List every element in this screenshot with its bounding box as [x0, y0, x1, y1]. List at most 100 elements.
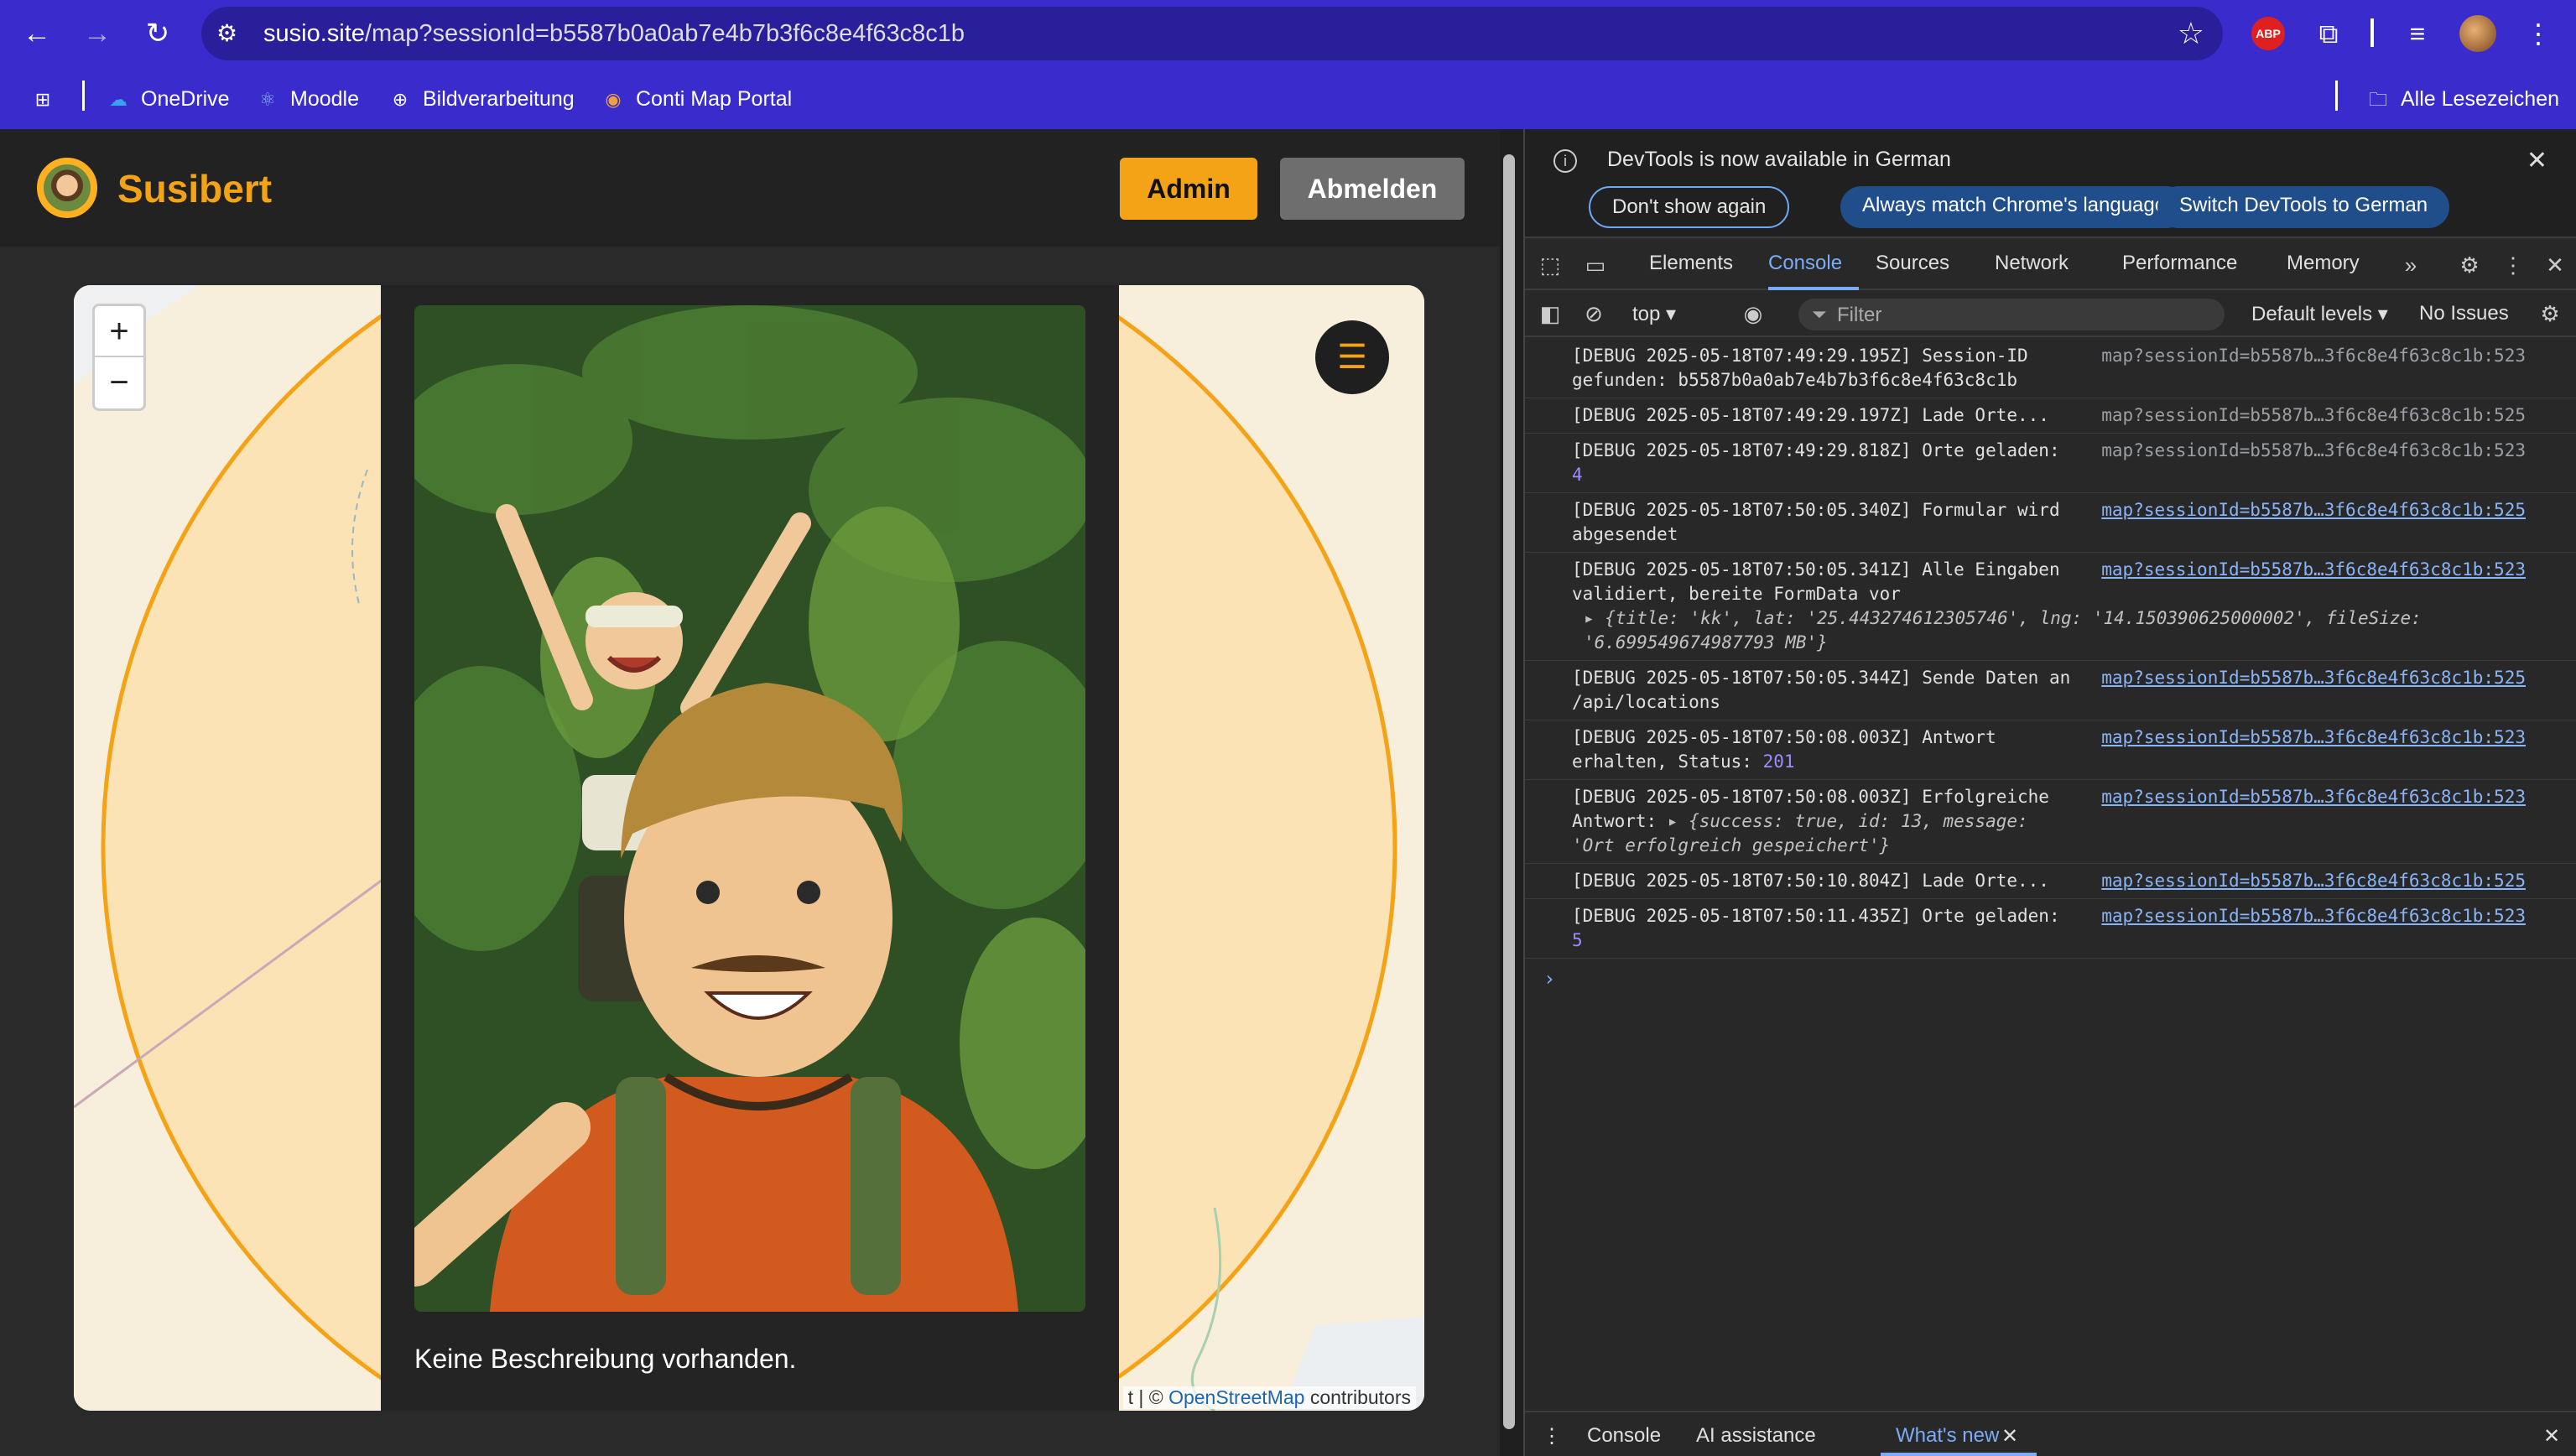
message-source-link[interactable]: map?sessionId=b5587b…3f6c8e4f63c8c1b:525 — [2101, 666, 2526, 690]
console-filterbar: ◧ ⊘ top ▾ ◉ ⏷ Filter Default levels ▾ No… — [1525, 292, 2576, 337]
console-message: [DEBUG 2025-05-18T07:49:29.195Z] Session… — [1525, 339, 2576, 398]
drawer-tab-console[interactable]: Console — [1587, 1424, 1661, 1448]
extensions-puzzle-icon[interactable]: ⧉ — [2312, 13, 2345, 54]
scrollbar-thumb[interactable] — [1503, 154, 1515, 1429]
tab-sources[interactable]: Sources — [1876, 252, 1949, 275]
app-logo[interactable] — [34, 154, 101, 221]
address-bar[interactable]: ⚙ susio.site/map?sessionId=b5587b0a0ab7e… — [201, 7, 2223, 60]
browser-toolbar: ← → ↻ ⚙ susio.site/map?sessionId=b5587b0… — [0, 0, 2576, 129]
match-chrome-language-button[interactable]: Always match Chrome's language — [1840, 186, 2188, 228]
profile-avatar[interactable] — [2459, 15, 2496, 52]
console-settings-gear-icon[interactable]: ⚙ — [2537, 300, 2563, 327]
context-selector[interactable]: top ▾ — [1632, 302, 1676, 326]
forward-arrow-icon[interactable]: → — [77, 13, 117, 54]
media-queue-icon[interactable]: ≡ — [2401, 13, 2434, 54]
live-expression-eye-icon[interactable]: ◉ — [1740, 300, 1767, 327]
page-scrollbar[interactable] — [1500, 129, 1518, 1456]
url-text[interactable]: susio.site/map?sessionId=b5587b0a0ab7e4b… — [263, 20, 965, 48]
devtools-drawer-bar: ⋮ Console AI assistance What's new ✕ ✕ — [1525, 1411, 2576, 1456]
filter-funnel-icon: ⏷ — [1812, 304, 1827, 325]
message-source-link[interactable]: map?sessionId=b5587b…3f6c8e4f63c8c1b:523 — [2101, 558, 2526, 582]
bookmark-conti-map-portal[interactable]: ◉ Conti Map Portal — [601, 84, 792, 114]
console-filter-input[interactable]: ⏷ Filter — [1798, 299, 2225, 330]
drawer-tab-ai-assistance[interactable]: AI assistance — [1696, 1424, 1816, 1448]
admin-button[interactable]: Admin — [1120, 158, 1257, 220]
message-source-link[interactable]: map?sessionId=b5587b…3f6c8e4f63c8c1b:523 — [2101, 725, 2526, 750]
bookmark-divider — [82, 81, 85, 111]
message-source-link[interactable]: map?sessionId=b5587b…3f6c8e4f63c8c1b:525 — [2101, 498, 2526, 523]
zoom-out-button[interactable]: − — [95, 357, 143, 408]
console-message: [DEBUG 2025-05-18T07:50:05.340Z] Formula… — [1525, 493, 2576, 553]
map-attribution: t | © OpenStreetMap contributors — [1122, 1386, 1416, 1409]
location-photo[interactable] — [414, 305, 1085, 1312]
close-drawer-icon[interactable]: ✕ — [2543, 1424, 2560, 1448]
site-settings-icon[interactable]: ⚙ — [216, 18, 247, 49]
bookmark-divider — [2335, 81, 2338, 111]
more-tabs-chevron-icon[interactable]: » — [2397, 252, 2424, 278]
zoom-in-button[interactable]: + — [95, 306, 143, 357]
logout-button[interactable]: Abmelden — [1280, 158, 1465, 220]
clear-console-icon[interactable]: ⊘ — [1580, 300, 1607, 327]
bookmarks-bar: ⊞ ☁ OneDrive ⚛ Moodle ⊕ Bildverarbeitung ◉ C… — [0, 70, 2576, 127]
bookmark-bildverarbeitung[interactable]: ⊕ Bildverarbeitung — [388, 84, 575, 114]
toolbar-divider — [2370, 18, 2374, 47]
zoom-control: + − — [92, 304, 146, 411]
apps-grid-icon[interactable]: ⊞ — [30, 84, 65, 114]
location-popup: Keine Beschreibung vorhanden. — [381, 285, 1119, 1411]
console-message: [DEBUG 2025-05-18T07:50:08.003Z] Erfolgr… — [1525, 780, 2576, 864]
tab-network[interactable]: Network — [1995, 252, 2069, 275]
console-message: [DEBUG 2025-05-18T07:50:08.003Z] Antwort… — [1525, 720, 2576, 780]
devtools-settings-gear-icon[interactable]: ⚙ — [2456, 252, 2483, 278]
switch-to-german-button[interactable]: Switch DevTools to German — [2157, 186, 2450, 228]
brand-title[interactable]: Susibert — [117, 166, 272, 211]
bookmark-moodle[interactable]: ⚛ Moodle — [255, 84, 359, 114]
devtools-panel: i DevTools is now available in German Do… — [1523, 129, 2576, 1456]
console-message: [DEBUG 2025-05-18T07:50:05.341Z] Alle Ei… — [1525, 553, 2576, 661]
inspect-element-icon[interactable]: ⬚ — [1537, 252, 1564, 278]
close-infobar-icon[interactable]: ✕ — [2527, 146, 2547, 175]
sidebar-toggle-icon[interactable]: ◧ — [1537, 300, 1564, 327]
console-message: [DEBUG 2025-05-18T07:49:29.818Z] Orte ge… — [1525, 434, 2576, 493]
devtools-language-infobar: i DevTools is now available in German Do… — [1525, 129, 2576, 238]
message-source-link[interactable]: map?sessionId=b5587b…3f6c8e4f63c8c1b:523 — [2101, 439, 2526, 463]
tab-performance[interactable]: Performance — [2122, 252, 2237, 275]
more-menu-icon[interactable]: ⋮ — [2525, 13, 2552, 54]
message-source-link[interactable]: map?sessionId=b5587b…3f6c8e4f63c8c1b:525 — [2101, 869, 2526, 893]
drawer-tab-whats-new[interactable]: What's new — [1896, 1424, 1999, 1448]
message-source-link[interactable]: map?sessionId=b5587b…3f6c8e4f63c8c1b:523 — [2101, 904, 2526, 928]
app-header: Susibert Admin Abmelden — [0, 129, 1510, 247]
console-message: [DEBUG 2025-05-18T07:50:05.344Z] Sende D… — [1525, 661, 2576, 720]
web-page: Susibert Admin Abmelden + − ☰ t | © Open… — [0, 129, 1510, 1456]
adblock-extension-icon[interactable]: ABP — [2251, 17, 2285, 50]
tab-console[interactable]: Console — [1768, 252, 1842, 275]
message-source-link[interactable]: map?sessionId=b5587b…3f6c8e4f63c8c1b:523 — [2101, 785, 2526, 809]
message-source-link[interactable]: map?sessionId=b5587b…3f6c8e4f63c8c1b:523 — [2101, 344, 2526, 368]
device-toolbar-icon[interactable]: ▭ — [1582, 252, 1609, 278]
tab-elements[interactable]: Elements — [1649, 252, 1733, 275]
tab-memory[interactable]: Memory — [2287, 252, 2360, 275]
issues-counter[interactable]: No Issues — [2419, 302, 2509, 325]
console-message: [DEBUG 2025-05-18T07:50:11.435Z] Orte ge… — [1525, 899, 2576, 959]
log-levels-dropdown[interactable]: Default levels ▾ — [2251, 302, 2388, 326]
close-devtools-icon[interactable]: ✕ — [2542, 252, 2568, 278]
close-whats-new-icon[interactable]: ✕ — [2001, 1424, 2018, 1448]
drawer-menu-icon[interactable]: ⋮ — [1542, 1424, 1562, 1448]
console-message: [DEBUG 2025-05-18T07:49:29.197Z] Lade Or… — [1525, 398, 2576, 434]
infobar-text: DevTools is now available in German — [1607, 148, 1951, 171]
info-icon: i — [1553, 149, 1577, 173]
back-arrow-icon[interactable]: ← — [17, 13, 57, 54]
expandable-object[interactable]: ▸ {title: 'kk', lat: '25.443274612305746… — [1572, 606, 2537, 655]
dont-show-again-button[interactable]: Don't show again — [1589, 186, 1790, 228]
selfie-illustration — [414, 305, 1085, 1312]
all-bookmarks-folder[interactable]: 🗀 Alle Lesezeichen — [2365, 84, 2559, 114]
active-drawer-tab-indicator — [1881, 1453, 2037, 1456]
console-prompt-chevron-icon[interactable]: › — [1525, 959, 2576, 991]
bookmark-onedrive[interactable]: ☁ OneDrive — [106, 84, 230, 114]
console-message: [DEBUG 2025-05-18T07:50:10.804Z] Lade Or… — [1525, 864, 2576, 899]
hamburger-menu-icon[interactable]: ☰ — [1315, 320, 1389, 394]
bookmark-star-icon[interactable]: ☆ — [2178, 17, 2204, 50]
openstreetmap-link[interactable]: OpenStreetMap — [1168, 1386, 1304, 1408]
devtools-menu-icon[interactable]: ⋮ — [2500, 252, 2527, 278]
reload-icon[interactable]: ↻ — [138, 13, 178, 54]
message-source-link[interactable]: map?sessionId=b5587b…3f6c8e4f63c8c1b:525 — [2101, 403, 2526, 428]
